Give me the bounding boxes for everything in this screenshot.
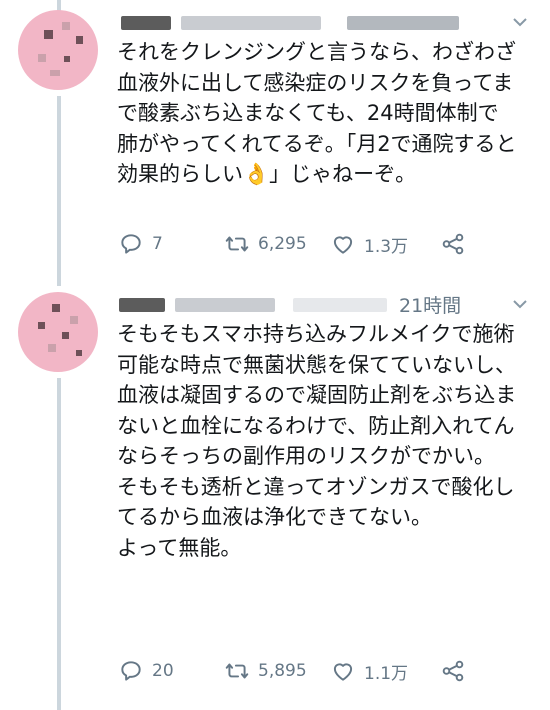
handle-redacted xyxy=(181,16,321,30)
reply-count: 7 xyxy=(152,234,163,254)
like-button[interactable]: 1.1万 xyxy=(330,656,408,686)
avatar[interactable] xyxy=(18,10,98,90)
tweet-header xyxy=(117,10,530,36)
retweet-count: 6,295 xyxy=(258,234,307,254)
display-name-redacted xyxy=(119,298,165,312)
reply-icon xyxy=(121,234,141,254)
timestamp-redacted xyxy=(347,16,459,30)
retweet-count: 5,895 xyxy=(258,661,307,681)
tweet-text: そもそもスマホ持ち込みフルメイクで施術可能な時点で無菌状態を保てていないし、 血… xyxy=(117,322,517,560)
reply-count: 20 xyxy=(152,661,174,681)
chevron-down-icon[interactable] xyxy=(510,294,530,314)
like-count: 1.1万 xyxy=(364,663,409,684)
share-button[interactable] xyxy=(440,229,474,259)
retweet-icon xyxy=(225,663,249,679)
share-icon xyxy=(442,233,464,255)
like-button[interactable]: 1.3万 xyxy=(330,229,408,259)
retweet-button[interactable]: 5,895 xyxy=(224,656,307,686)
tweet-header: 21時間 xyxy=(117,292,530,318)
handle-redacted-2 xyxy=(293,298,387,312)
avatar[interactable] xyxy=(18,292,98,372)
display-name-redacted xyxy=(121,16,171,30)
handle-redacted xyxy=(175,298,275,312)
chevron-down-icon[interactable] xyxy=(510,12,530,32)
like-icon xyxy=(333,663,353,681)
like-icon xyxy=(333,236,353,254)
reply-button[interactable]: 7 xyxy=(118,229,163,259)
retweet-icon xyxy=(225,236,249,252)
share-icon xyxy=(442,660,464,682)
tweet-actions: 20 5,895 1.1万 xyxy=(118,656,518,686)
tweet-2[interactable]: 21時間 そもそもスマホ持ち込みフルメイクで施術可能な時点で無菌状態を保てていな… xyxy=(0,282,550,702)
tweet-actions: 7 6,295 1.3万 xyxy=(118,229,518,259)
tweet-1[interactable]: それをクレンジングと言うなら、わざわざ血液外に出して感染症のリスクを負ってまで酸… xyxy=(0,0,550,270)
share-button[interactable] xyxy=(440,656,474,686)
like-count: 1.3万 xyxy=(364,236,409,257)
reply-button[interactable]: 20 xyxy=(118,656,174,686)
retweet-button[interactable]: 6,295 xyxy=(224,229,307,259)
tweet-text: それをクレンジングと言うなら、わざわざ血液外に出して感染症のリスクを負ってまで酸… xyxy=(117,40,517,186)
tweet-time: 21時間 xyxy=(399,295,462,317)
reply-icon xyxy=(121,661,141,681)
